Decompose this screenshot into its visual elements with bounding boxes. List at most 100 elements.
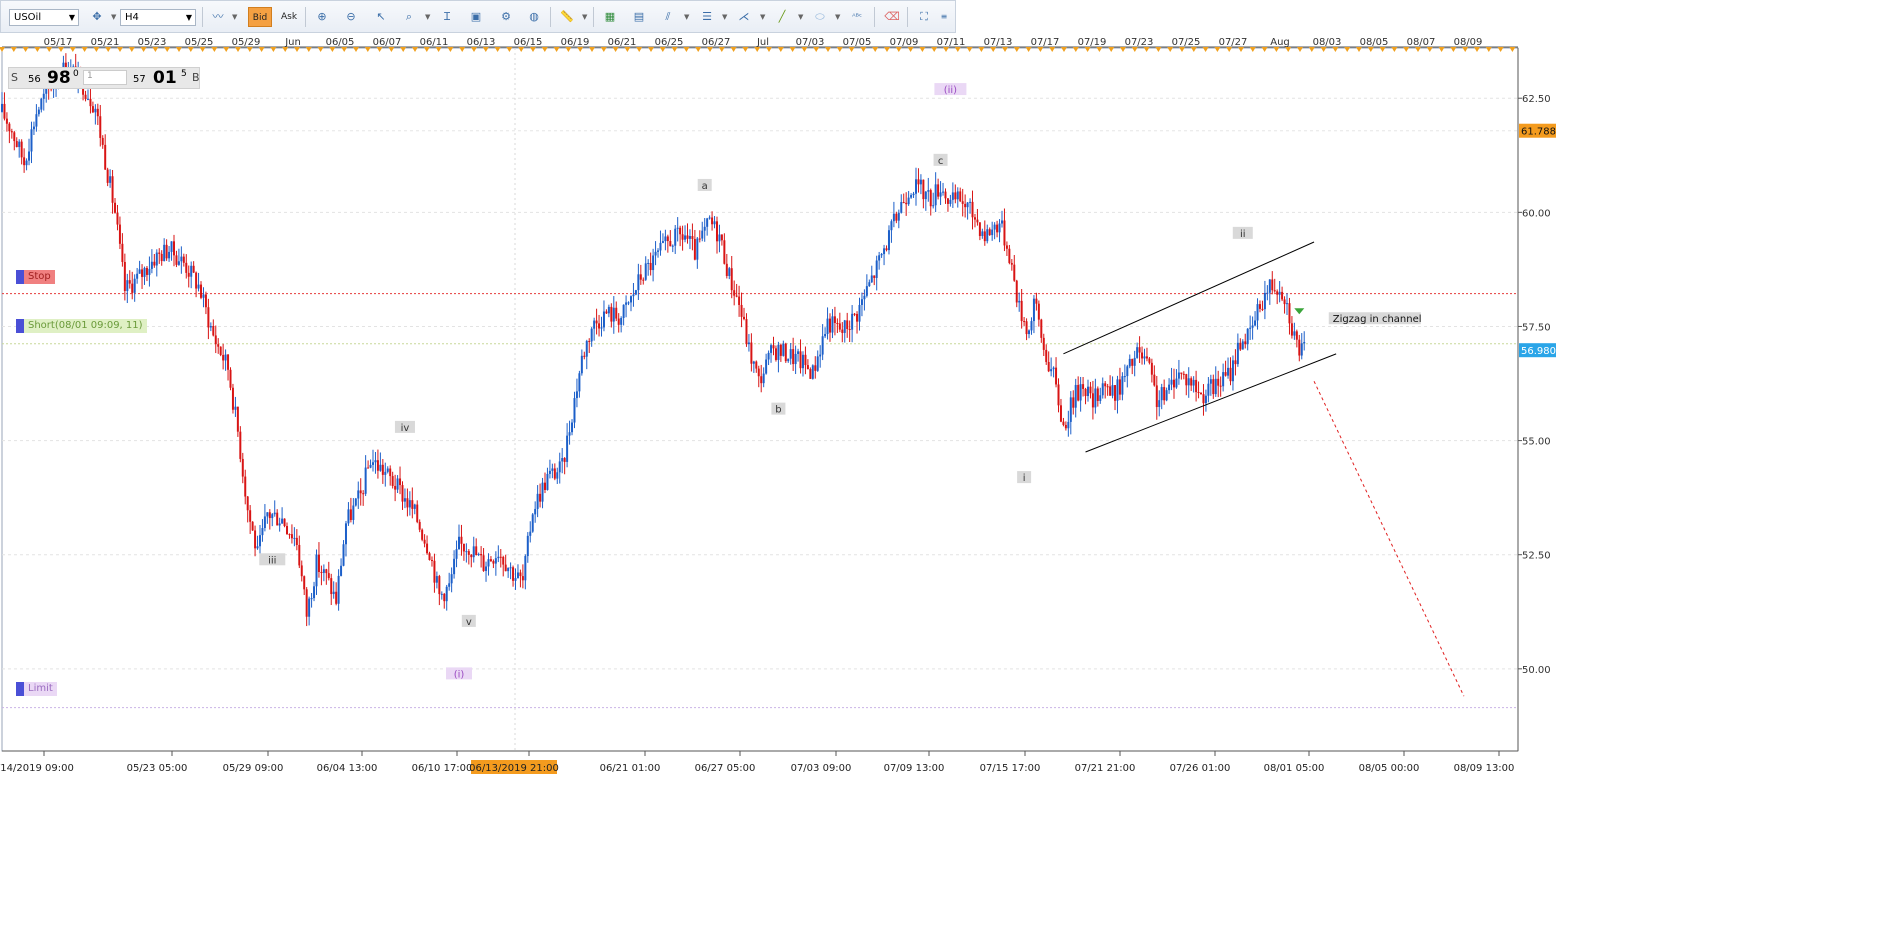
candle-up	[652, 255, 655, 271]
candle-down	[959, 191, 962, 202]
chevron-down-icon[interactable]: ▼	[111, 13, 116, 21]
pitchfork-icon[interactable]: ⋌	[734, 7, 754, 27]
cursor-icon[interactable]: ↖	[371, 7, 391, 27]
zoom-in-icon[interactable]: ⊕	[312, 7, 332, 27]
candle-down	[219, 346, 222, 355]
symbol-select[interactable]: USOil ▼	[9, 9, 79, 26]
eraser-icon[interactable]: ⌫	[882, 7, 902, 27]
candle-down	[359, 490, 362, 494]
candle-down	[222, 354, 225, 361]
candle-down	[954, 192, 957, 200]
candle-up	[858, 304, 861, 322]
x-top-label: 07/03	[796, 37, 825, 48]
candle-down	[1010, 262, 1013, 265]
text-icon[interactable]: ᴬᴮᶜ	[847, 7, 867, 27]
candle-down	[885, 248, 888, 251]
candle-up	[1028, 330, 1031, 335]
candle-up	[109, 176, 112, 183]
sell-price-big[interactable]: 98	[47, 68, 71, 88]
wave-label: a	[702, 181, 708, 192]
candle-down	[1104, 383, 1107, 387]
candle-up	[875, 260, 878, 278]
candle-down	[185, 262, 188, 273]
globe-icon[interactable]: ◍	[524, 7, 544, 27]
x-bottom-label: 08/01 05:00	[1264, 763, 1325, 774]
chevron-down-icon[interactable]: ▼	[684, 13, 689, 21]
candle-down	[814, 365, 817, 371]
candle-down	[426, 543, 429, 554]
candle-up	[352, 505, 355, 520]
lot-size-input[interactable]: 1	[83, 70, 127, 85]
candle-down	[1059, 405, 1062, 422]
candle-down	[330, 578, 333, 595]
lines-icon[interactable]: ☰	[697, 7, 717, 27]
candle-up	[797, 351, 800, 354]
chevron-down-icon[interactable]: ▼	[760, 13, 765, 21]
candle-down	[1153, 374, 1156, 386]
picture-icon[interactable]: ▣	[466, 7, 486, 27]
ellipse-icon[interactable]: ⬭	[810, 7, 830, 27]
x-bottom-label: 06/13/2019 21:00	[469, 763, 559, 774]
stop-order-handle[interactable]: Stop	[16, 270, 55, 284]
more-icon[interactable]: ≡	[937, 7, 951, 27]
bid-button[interactable]: Bid	[248, 7, 272, 27]
candle-down	[295, 537, 298, 545]
chevron-down-icon[interactable]: ▼	[798, 13, 803, 21]
candle-down	[1202, 394, 1205, 404]
settings-icon[interactable]: ⚙	[496, 7, 516, 27]
candle-down	[841, 329, 844, 333]
price-chart[interactable]: 62.50 60.00 57.50 55.00 52.50 50.00 05/17 05/21…	[0, 34, 1568, 775]
candle-up	[865, 286, 868, 296]
crosshair-icon[interactable]: ✥	[87, 7, 107, 27]
candle-up	[949, 199, 952, 204]
candle-down	[389, 468, 392, 477]
hierarchy-icon[interactable]: ⛶	[914, 7, 934, 27]
x-bottom-label: 07/03 09:00	[791, 763, 852, 774]
chevron-down-icon[interactable]: ▼	[425, 13, 430, 21]
ruler-icon[interactable]: 📏	[557, 7, 577, 27]
candle-up	[1204, 395, 1207, 404]
candle-up	[561, 458, 564, 462]
candle-up	[625, 302, 628, 305]
zoom-out-icon[interactable]: ⊖	[341, 7, 361, 27]
fibonacci-icon[interactable]: ⫽	[658, 7, 678, 27]
chevron-down-icon[interactable]: ▼	[232, 13, 237, 21]
candle-up	[986, 229, 989, 242]
candle-up	[659, 242, 662, 251]
candle-down	[833, 316, 836, 324]
candle-down	[1013, 264, 1016, 281]
candle-down	[160, 253, 163, 262]
candle-down	[1180, 372, 1183, 374]
ask-button[interactable]: Ask	[277, 7, 301, 27]
candle-up	[661, 241, 664, 243]
candle-up	[347, 509, 350, 524]
chevron-down-icon[interactable]: ▼	[722, 13, 727, 21]
candle-up	[1207, 383, 1210, 396]
candle-up	[448, 583, 451, 587]
candle-up	[524, 556, 527, 581]
trendline-icon[interactable]: ╱	[772, 7, 792, 27]
x-top-label: 07/17	[1031, 37, 1060, 48]
short-order-handle[interactable]: Short(08/01 09:09, 11)	[16, 319, 147, 333]
zoom-area-icon[interactable]: ⌕	[399, 7, 419, 27]
timeframe-select[interactable]: H4 ▼	[120, 9, 196, 26]
indicator-icon[interactable]: 〰	[208, 7, 228, 27]
candle-down	[1281, 291, 1284, 300]
candle-up	[337, 575, 340, 604]
text-cursor-icon[interactable]: Ɪ	[437, 7, 457, 27]
buy-price-big[interactable]: 01	[153, 68, 177, 88]
limit-order-handle[interactable]: Limit	[16, 682, 57, 696]
chevron-down-icon[interactable]: ▼	[582, 13, 587, 21]
candle-up	[1241, 341, 1244, 350]
candle-up	[224, 354, 227, 361]
separator	[550, 7, 551, 27]
add-chart-icon[interactable]: ▦	[600, 7, 620, 27]
candle-up	[143, 267, 146, 277]
candle-down	[1150, 362, 1153, 375]
chart-template-icon[interactable]: ▤	[629, 7, 649, 27]
wave-label: iii	[268, 555, 276, 566]
candle-down	[231, 387, 234, 410]
chevron-down-icon[interactable]: ▼	[835, 13, 840, 21]
x-bottom-label: 05/14/2019 09:00	[0, 763, 74, 774]
candle-up	[890, 221, 893, 231]
